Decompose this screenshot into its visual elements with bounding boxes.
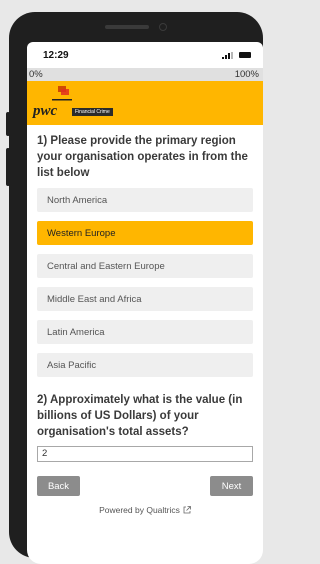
choice-north-america[interactable]: North America [37, 188, 253, 212]
next-button[interactable]: Next [210, 476, 253, 496]
signal-icon [222, 51, 233, 59]
total-assets-input[interactable]: 2 [37, 446, 253, 462]
choice-central-eastern-europe[interactable]: Central and Eastern Europe [37, 254, 253, 278]
question1-choices: North America Western Europe Central and… [37, 188, 253, 377]
camera-icon [159, 23, 167, 31]
progress-end-label: 100% [234, 69, 259, 80]
phone-frame: 12:29 0% 100% pwc Financial Crime 1) Ple… [9, 12, 263, 564]
volume-button [6, 148, 10, 186]
question1-title: 1) Please provide the primary region you… [37, 135, 248, 179]
choice-middle-east-africa[interactable]: Middle East and Africa [37, 287, 253, 311]
survey-content: 1) Please provide the primary region you… [27, 125, 263, 515]
choice-asia-pacific[interactable]: Asia Pacific [37, 353, 253, 377]
pwc-logo: pwc [33, 103, 58, 119]
status-time: 12:29 [43, 49, 69, 61]
pwc-logo-mark-icon [52, 86, 72, 101]
progress-start-label: 0% [29, 69, 43, 80]
phone-notch [9, 12, 263, 42]
speaker-grille [105, 25, 149, 29]
navigation-buttons: Back Next [37, 476, 253, 496]
choice-latin-america[interactable]: Latin America [37, 320, 253, 344]
battery-icon [239, 52, 251, 58]
choice-western-europe[interactable]: Western Europe [37, 221, 253, 245]
progress-bar: 0% 100% [27, 68, 263, 81]
header-banner: pwc Financial Crime [27, 81, 263, 125]
mute-switch [6, 112, 10, 136]
powered-by-link[interactable]: Powered by Qualtrics [37, 505, 253, 515]
status-bar: 12:29 [27, 42, 263, 68]
question2-title: 2) Approximately what is the value (in b… [37, 394, 243, 438]
logo-tag: Financial Crime [72, 108, 113, 116]
status-icons [222, 51, 251, 59]
powered-by-label: Powered by Qualtrics [99, 505, 180, 515]
phone-screen: 12:29 0% 100% pwc Financial Crime 1) Ple… [27, 42, 263, 564]
external-link-icon [183, 506, 191, 514]
back-button[interactable]: Back [37, 476, 80, 496]
